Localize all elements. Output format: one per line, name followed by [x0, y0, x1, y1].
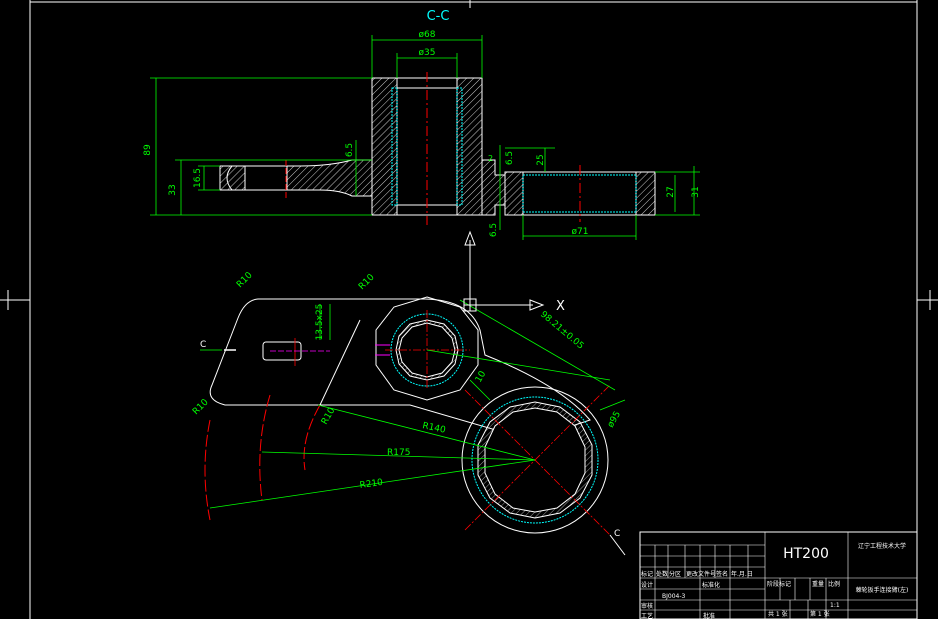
section-view[interactable]: C-C ø68 ø35 89 33 16.5 6.5 6.5 6.5 25 27… [143, 9, 701, 240]
cad-drawing-canvas[interactable]: C-C ø68 ø35 89 33 16.5 6.5 6.5 6.5 25 27… [0, 0, 938, 619]
ucs-x-label: X [556, 299, 565, 314]
dim-d71: ø71 [572, 227, 589, 237]
dim-w10: 10 [474, 369, 489, 384]
svg-text:2: 2 [488, 154, 493, 163]
dim-r210: R210 [359, 478, 384, 491]
dim-r10-c: R10 [191, 397, 211, 417]
left-arm-section [219, 159, 373, 197]
dim-d95: ø95 [606, 410, 623, 430]
dim-r140: R140 [421, 421, 446, 436]
section-label: C-C [427, 9, 450, 24]
dim-h6-5-a: 6.5 [345, 143, 355, 157]
dim-slot: 13.5x25 [315, 304, 325, 341]
approve-label: 批准 [703, 612, 715, 619]
checker-label: 审核 [641, 602, 653, 610]
sheet-num: 第 1 张 [810, 610, 830, 618]
dim-r10-a: R10 [235, 270, 255, 290]
dim-h33: 33 [168, 184, 178, 195]
dim-center-dist: 98.21±0.05 [538, 310, 585, 352]
title-block[interactable]: HT200 辽宁工程技术大学 棘轮扳手连接臂(左) 标记 处数 分区 更改文件号… [639, 531, 918, 619]
section-mark-right: C [614, 529, 620, 539]
school-name: 辽宁工程技术大学 [858, 542, 906, 550]
drawing-no: BJ004-3 [662, 593, 686, 600]
dim-d68: ø68 [419, 30, 436, 40]
dim-r175: R175 [387, 448, 410, 458]
dim-h31: 31 [691, 186, 701, 197]
stage-mark: 阶段标记 [767, 580, 791, 588]
left-arm-slot [244, 165, 288, 191]
scale-label: 比例 [828, 580, 840, 588]
ucs-icon [463, 230, 545, 312]
designer-label: 设计 [641, 581, 653, 589]
sheet-total: 共 1 张 [768, 610, 788, 618]
dim-h89: 89 [143, 144, 153, 156]
dim-r10-b: R10 [357, 272, 377, 292]
drawing-name: 棘轮扳手连接臂(左) [856, 586, 909, 594]
col-date: 年.月.日 [731, 570, 753, 578]
dim-d35: ø35 [419, 48, 436, 58]
dim-h16-5: 16.5 [193, 168, 203, 188]
col-mark: 标记 [641, 570, 653, 578]
hub-section-right [456, 77, 483, 216]
section-dimensions [150, 35, 700, 240]
scale: 1:1 [830, 602, 840, 609]
dim-h6-5-b: 6.5 [505, 151, 515, 165]
col-count: 处数 [656, 570, 668, 578]
weight-label: 重量 [812, 580, 824, 588]
col-change-doc: 更改文件号 [686, 570, 716, 578]
col-zone: 分区 [669, 570, 681, 578]
material: HT200 [783, 546, 829, 562]
process-label: 工艺 [641, 612, 653, 619]
section-mark-left: C [200, 340, 206, 350]
col-sign: 签名 [716, 570, 728, 578]
hub-section-left [371, 77, 398, 216]
dim-h6-5-c: 6.5 [489, 223, 499, 237]
standardization: 标准化 [702, 581, 720, 589]
dim-h25: 25 [536, 154, 546, 165]
dim-h27: 27 [666, 186, 676, 197]
